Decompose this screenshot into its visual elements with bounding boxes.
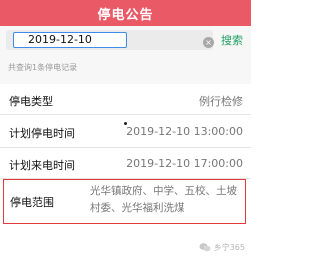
detail-row-type: 停电类型 例行检修 [0, 84, 251, 115]
search-button[interactable]: 搜索 [221, 32, 243, 48]
watermark-text: 乡宁365 [213, 243, 245, 252]
detail-row-planned-end: 计划来电时间 2019-12-10 17:00:00 [0, 148, 251, 179]
outage-type-value: 例行检修 [199, 95, 243, 108]
planned-start-value: 2019-12-10 13:00:00 [126, 125, 243, 138]
search-field-container: × [6, 30, 214, 50]
clear-icon[interactable]: × [203, 37, 214, 48]
cursor-dot [124, 122, 127, 125]
outage-range-value: 光华镇政府、中学、五校、土坡村委、光华福利洗煤 [90, 185, 237, 214]
detail-row-planned-start: 计划停电时间 2019-12-10 13:00:00 [0, 115, 251, 148]
planned-start-label: 计划停电时间 [9, 127, 75, 140]
search-input[interactable] [13, 32, 127, 48]
search-bar: × 搜索 [0, 26, 251, 54]
planned-end-label: 计划来电时间 [9, 159, 75, 172]
result-count-text: 共查询1条停电记录 [8, 63, 78, 72]
page-title: 停电公告 [97, 7, 154, 23]
outage-range-highlight: 停电范围 光华镇政府、中学、五校、土坡村委、光华福利洗煤 [3, 179, 246, 224]
planned-end-value: 2019-12-10 17:00:00 [126, 157, 243, 170]
watermark: 乡宁365 [199, 242, 245, 253]
result-summary-bar: 共查询1条停电记录 [0, 54, 251, 84]
outage-range-label: 停电范围 [10, 196, 54, 209]
power-outage-notice-screen: 停电公告 × 搜索 共查询1条停电记录 停电类型 例行检修 计划停电时间 201… [0, 0, 251, 259]
title-bar: 停电公告 [0, 0, 251, 26]
wechat-icon [199, 243, 211, 252]
outage-type-label: 停电类型 [9, 95, 53, 108]
